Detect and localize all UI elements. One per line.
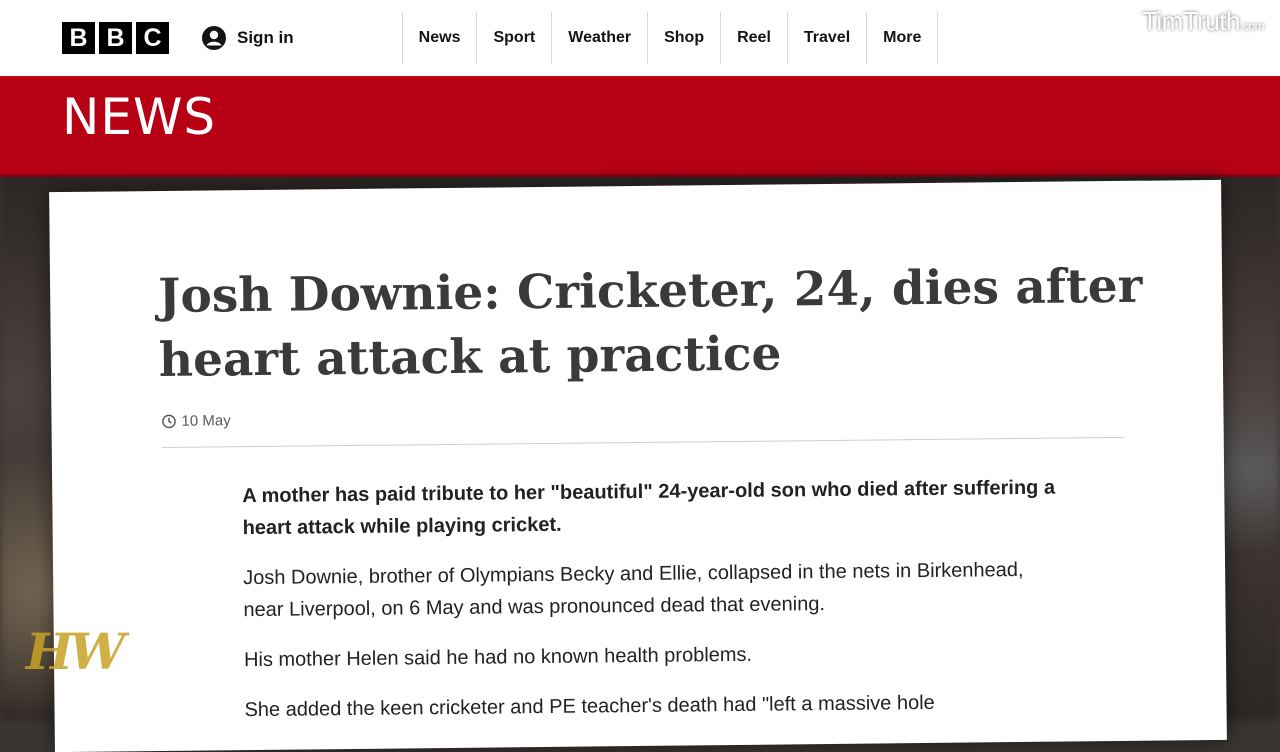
- hw-watermark-logo: HW: [26, 622, 125, 681]
- nav-item-more[interactable]: More: [867, 12, 939, 64]
- bbc-logo-letter: B: [62, 22, 95, 54]
- account-icon: [202, 26, 226, 50]
- nav-item-weather[interactable]: Weather: [552, 12, 649, 64]
- watermark-suffix: .com: [1239, 19, 1265, 33]
- main-nav: News Sport Weather Shop Reel Travel More: [401, 12, 939, 64]
- nav-item-reel[interactable]: Reel: [721, 12, 788, 64]
- bbc-logo[interactable]: B B C: [62, 22, 169, 54]
- article-dateline: 10 May: [161, 412, 231, 430]
- watermark-text: TimTruth: [1141, 6, 1241, 36]
- article-body: A mother has paid tribute to her "beauti…: [242, 472, 1065, 745]
- article-paragraph: Josh Downie, brother of Olympians Becky …: [243, 558, 1024, 622]
- bbc-logo-letter: B: [99, 22, 132, 54]
- nav-item-news[interactable]: News: [403, 12, 478, 64]
- clock-icon: [162, 414, 176, 429]
- article-paragraph: She added the keen cricketer and PE teac…: [244, 691, 935, 722]
- bbc-logo-letter: C: [136, 22, 169, 54]
- nav-item-travel[interactable]: Travel: [788, 12, 868, 64]
- section-title[interactable]: NEWS: [62, 88, 216, 146]
- nav-item-sport[interactable]: Sport: [477, 12, 553, 64]
- news-banner: NEWS: [0, 76, 1280, 177]
- headline-divider: [161, 436, 1124, 448]
- sign-in-label: Sign in: [237, 28, 294, 47]
- article-card: Josh Downie: Cricketer, 24, dies after h…: [49, 179, 1227, 752]
- sign-in-link[interactable]: Sign in: [201, 25, 294, 51]
- nav-item-shop[interactable]: Shop: [648, 12, 722, 64]
- top-navigation-bar: B B C Sign in News Sport Weather Shop Re…: [0, 0, 1280, 76]
- timtruth-watermark: TimTruth.com: [1141, 6, 1265, 37]
- article-paragraph: His mother Helen said he had no known he…: [243, 643, 753, 672]
- article-lead: A mother has paid tribute to her "beauti…: [242, 476, 1056, 540]
- article-date: 10 May: [181, 412, 231, 430]
- article-headline: Josh Downie: Cricketer, 24, dies after h…: [157, 258, 1143, 389]
